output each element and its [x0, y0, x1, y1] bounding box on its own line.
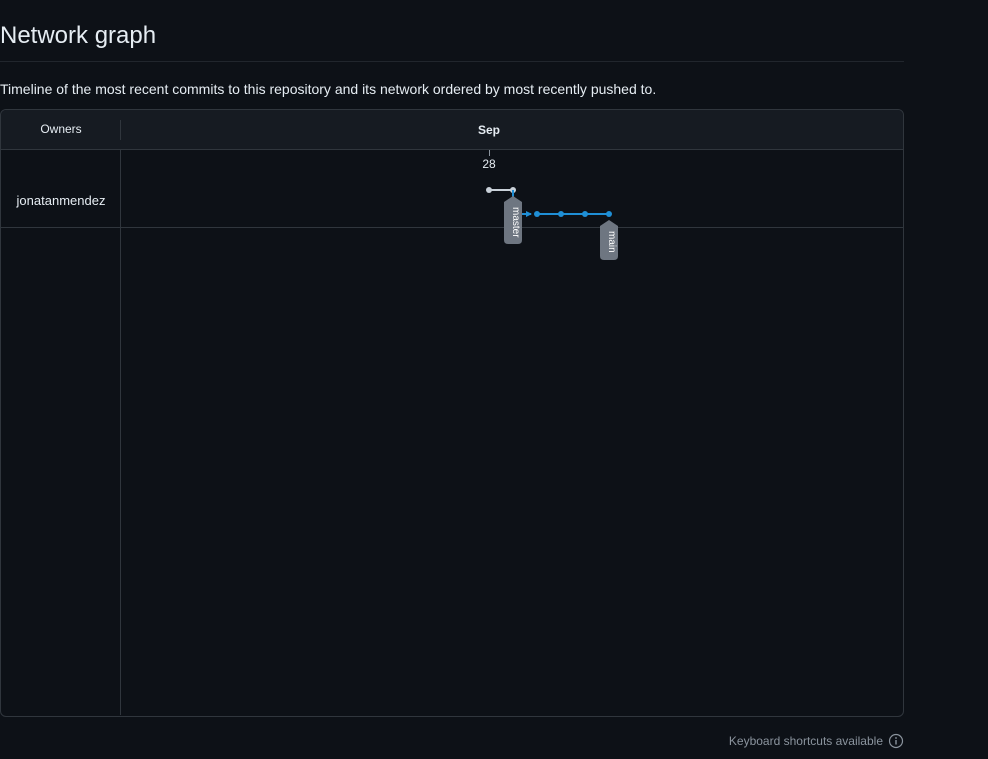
arrow-icon — [526, 211, 532, 217]
commit-dot[interactable] — [486, 187, 492, 193]
commit-dot[interactable] — [582, 211, 588, 217]
keyboard-shortcuts[interactable]: Keyboard shortcuts available — [729, 733, 904, 749]
branch-label-text: master — [510, 207, 521, 238]
commit-dot[interactable] — [558, 211, 564, 217]
network-graph[interactable]: Owners Sep jonatanmendez 28 master main — [0, 109, 904, 717]
branch-label-master[interactable]: master — [504, 196, 522, 244]
info-icon[interactable] — [888, 733, 904, 749]
page-description: Timeline of the most recent commits to t… — [0, 81, 657, 97]
shortcuts-label: Keyboard shortcuts available — [728, 734, 883, 748]
branch-label-main[interactable]: main — [600, 220, 618, 260]
branch-label-text: main — [606, 231, 617, 253]
commit-dot[interactable] — [606, 211, 612, 217]
title-divider — [0, 61, 904, 62]
commit-graph[interactable]: master main — [1, 110, 903, 716]
page-title: Network graph — [0, 22, 157, 49]
commit-dot[interactable] — [534, 211, 540, 217]
